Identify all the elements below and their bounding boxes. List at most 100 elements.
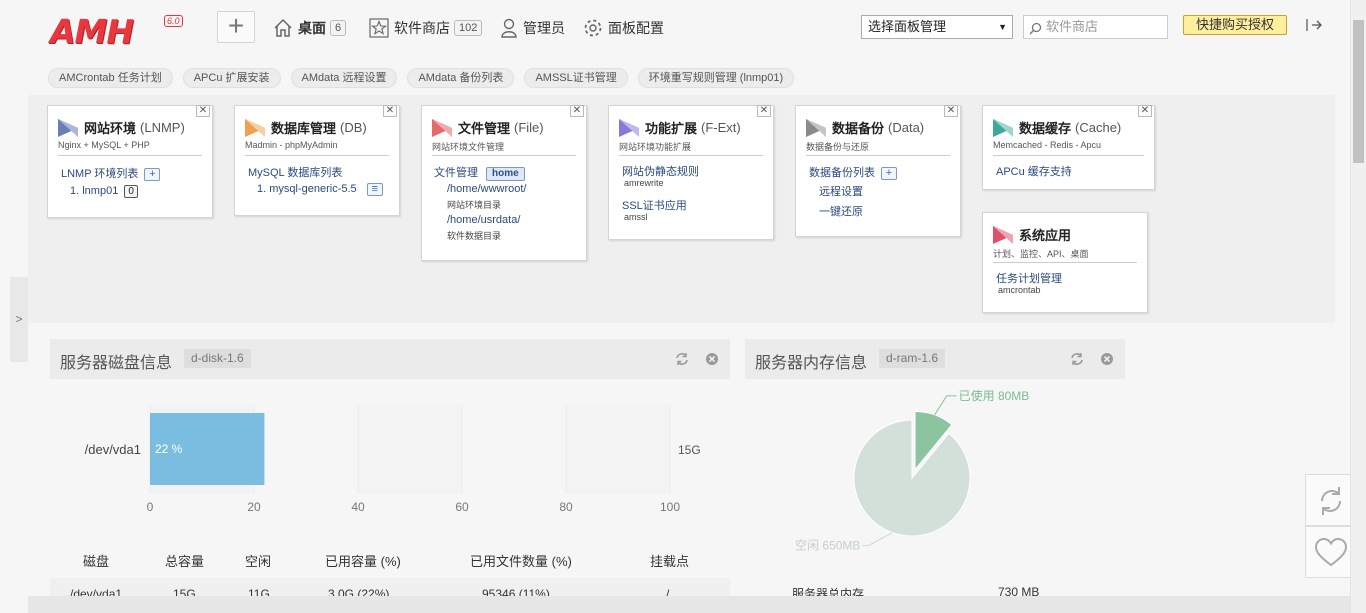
gear-icon: [583, 18, 603, 38]
vertical-scrollbar[interactable]: [1350, 0, 1366, 613]
add-app-button[interactable]: +: [217, 11, 255, 43]
refresh-icon[interactable]: [675, 352, 689, 366]
lnmp-env-list-link[interactable]: LNMP 环境列表: [61, 168, 138, 180]
app-card-data[interactable]: ✕ 数据备份 (Data) 数据备份与还原 数据备份列表 + 远程设置 一键还原: [795, 105, 961, 237]
amcrontab-label: amcrontab: [998, 285, 1041, 295]
sidebar-expand-handle[interactable]: >: [10, 277, 28, 362]
flag-icon: [993, 118, 1013, 137]
file-manager-link[interactable]: 文件管理: [434, 167, 478, 179]
close-icon[interactable]: ✕: [757, 105, 771, 117]
disk-panel-header: 服务器磁盘信息 d-disk-1.6: [50, 339, 730, 379]
grid-band: [358, 404, 462, 494]
x-tick-label: 40: [351, 500, 365, 514]
divider: [58, 155, 202, 156]
close-icon[interactable]: [705, 352, 719, 366]
home-badge[interactable]: home: [486, 167, 525, 181]
nav-desktop[interactable]: 桌面 6: [273, 16, 347, 40]
refresh-icon[interactable]: [1070, 352, 1084, 366]
x-tick-label: 100: [660, 500, 680, 514]
nav-desktop-count: 6: [330, 20, 347, 36]
close-icon[interactable]: ✕: [1138, 105, 1152, 117]
col-inodes: 已用文件数量 (%): [470, 554, 572, 569]
backup-list-link[interactable]: 数据备份列表: [809, 167, 875, 179]
card-title: 数据库管理: [271, 121, 337, 136]
quick-buy-license-button[interactable]: 快捷购买授权: [1183, 15, 1287, 35]
horizontal-scrollbar[interactable]: [28, 596, 1350, 613]
card-title: 系统应用: [1019, 228, 1072, 243]
amh-logo[interactable]: AMH: [50, 12, 134, 51]
app-card-sys[interactable]: 系统应用 计划、监控、API、桌面 任务计划管理 amcrontab: [982, 212, 1148, 313]
col-mount: 挂载点: [650, 554, 690, 569]
nav-store[interactable]: 软件商店 102: [369, 16, 483, 40]
card-subtitle: 计划、监控、API、桌面: [993, 249, 1089, 259]
nav-store-count: 102: [454, 20, 483, 36]
nav-admin[interactable]: 管理员: [500, 16, 565, 40]
tab-amdata-remote[interactable]: AMdata 远程设置: [290, 68, 398, 88]
divider: [619, 155, 763, 156]
divider: [993, 155, 1144, 156]
remote-setting-link[interactable]: 远程设置: [819, 186, 863, 198]
sync-icon: [1321, 487, 1341, 515]
scrollbar-thumb[interactable]: [1353, 20, 1364, 163]
user-icon: [500, 18, 518, 38]
x-tick-label: 80: [559, 500, 573, 514]
app-card-lnmp[interactable]: ✕ 网站环境 (LNMP) Nginx + MySQL + PHP LNMP 环境…: [47, 105, 213, 218]
rewrite-rule-link[interactable]: 网站伪静态规则: [622, 166, 699, 178]
close-icon[interactable]: ✕: [944, 105, 958, 117]
crontab-link[interactable]: 任务计划管理: [996, 273, 1062, 285]
close-icon[interactable]: ✕: [570, 105, 584, 117]
x-tick-label: 20: [247, 500, 261, 514]
usrdata-link[interactable]: /home/usrdata/: [447, 214, 520, 226]
slice-label: 空闲 650MB: [795, 539, 860, 553]
app-card-cache[interactable]: ✕ 数据缓存 (Cache) Memcached - Redis - Apcu A…: [982, 105, 1155, 190]
favorite-float-button[interactable]: [1305, 526, 1355, 578]
mysql-db-list-link[interactable]: MySQL 数据库列表: [248, 167, 342, 179]
divider: [806, 155, 950, 156]
slice-label: 已使用 80MB: [959, 388, 1030, 403]
capacity-label: 15G: [678, 443, 701, 457]
app-card-ext[interactable]: ✕ 功能扩展 (F-Ext) 网站环境功能扩展 网站伪静态规则 amrewrite…: [608, 105, 774, 240]
add-backup-button[interactable]: +: [881, 167, 897, 180]
x-tick-label: 60: [455, 500, 469, 514]
usrdata-desc: 软件数据目录: [447, 231, 502, 241]
disk-usage-chart: 0 20 40 60 80 100 22 % /dev/vda1 15G: [50, 380, 730, 540]
bar-value-label: 22 %: [155, 442, 183, 456]
card-title-en: (File): [514, 120, 544, 135]
add-env-button[interactable]: +: [144, 168, 161, 181]
mysql-generic-link[interactable]: 1. mysql-generic-5.5: [257, 183, 357, 195]
version-badge: 6.0: [164, 15, 183, 27]
tab-amdata-backup[interactable]: AMdata 备份列表: [407, 68, 515, 88]
tab-amssl[interactable]: AMSSL证书管理: [524, 68, 628, 88]
panel-select[interactable]: 选择面板管理 ▼: [861, 15, 1013, 39]
nav-desktop-label: 桌面: [298, 20, 326, 36]
nav-config[interactable]: 面板配置: [583, 16, 664, 40]
apcu-cache-link[interactable]: APCu 缓存支持: [996, 166, 1072, 178]
tab-amcrontab[interactable]: AMCrontab 任务计划: [48, 68, 173, 88]
ssl-cert-link[interactable]: SSL证书应用: [622, 200, 687, 212]
tab-rewrite[interactable]: 环境重写规则管理 (lnmp01): [637, 68, 795, 88]
refresh-float-button[interactable]: [1305, 474, 1355, 526]
divider: [432, 155, 576, 156]
quick-tabs: AMCrontab 任务计划 APCu 扩展安装 AMdata 远程设置 AMd…: [48, 68, 804, 88]
app-card-file[interactable]: ✕ 文件管理 (File) 网站环境文件管理 文件管理 home /home/www…: [421, 105, 587, 261]
card-title-en: (Data): [888, 120, 925, 135]
logout-icon[interactable]: [1306, 18, 1324, 35]
card-subtitle: 数据备份与还原: [806, 142, 870, 152]
mem-chart-svg: 已使用 80MB 空闲 650MB: [795, 388, 1030, 553]
pie-slice: [853, 419, 971, 537]
col-used: 已用容量 (%): [325, 554, 401, 569]
close-icon[interactable]: ✕: [196, 105, 210, 117]
one-click-restore-link[interactable]: 一键还原: [819, 206, 863, 218]
mem-panel-header: 服务器内存信息 d-ram-1.6: [745, 339, 1125, 379]
mem-panel-title: 服务器内存信息: [755, 355, 868, 372]
close-icon[interactable]: ✕: [383, 105, 397, 117]
card-subtitle: Memcached - Redis - Apcu: [993, 140, 1102, 150]
app-card-db[interactable]: ✕ 数据库管理 (DB) Madmin - phpMyAdmin MySQL 数据…: [234, 105, 400, 216]
close-icon[interactable]: [1100, 352, 1114, 366]
store-search-input[interactable]: 软件商店: [1023, 15, 1168, 39]
heart-icon: [1314, 537, 1348, 567]
tab-apcu[interactable]: APCu 扩展安装: [182, 68, 281, 88]
lnmp01-link[interactable]: 1. lnmp01: [70, 185, 118, 197]
wwwroot-link[interactable]: /home/wwwroot/: [447, 183, 526, 195]
list-menu-icon[interactable]: ≡: [366, 183, 383, 196]
